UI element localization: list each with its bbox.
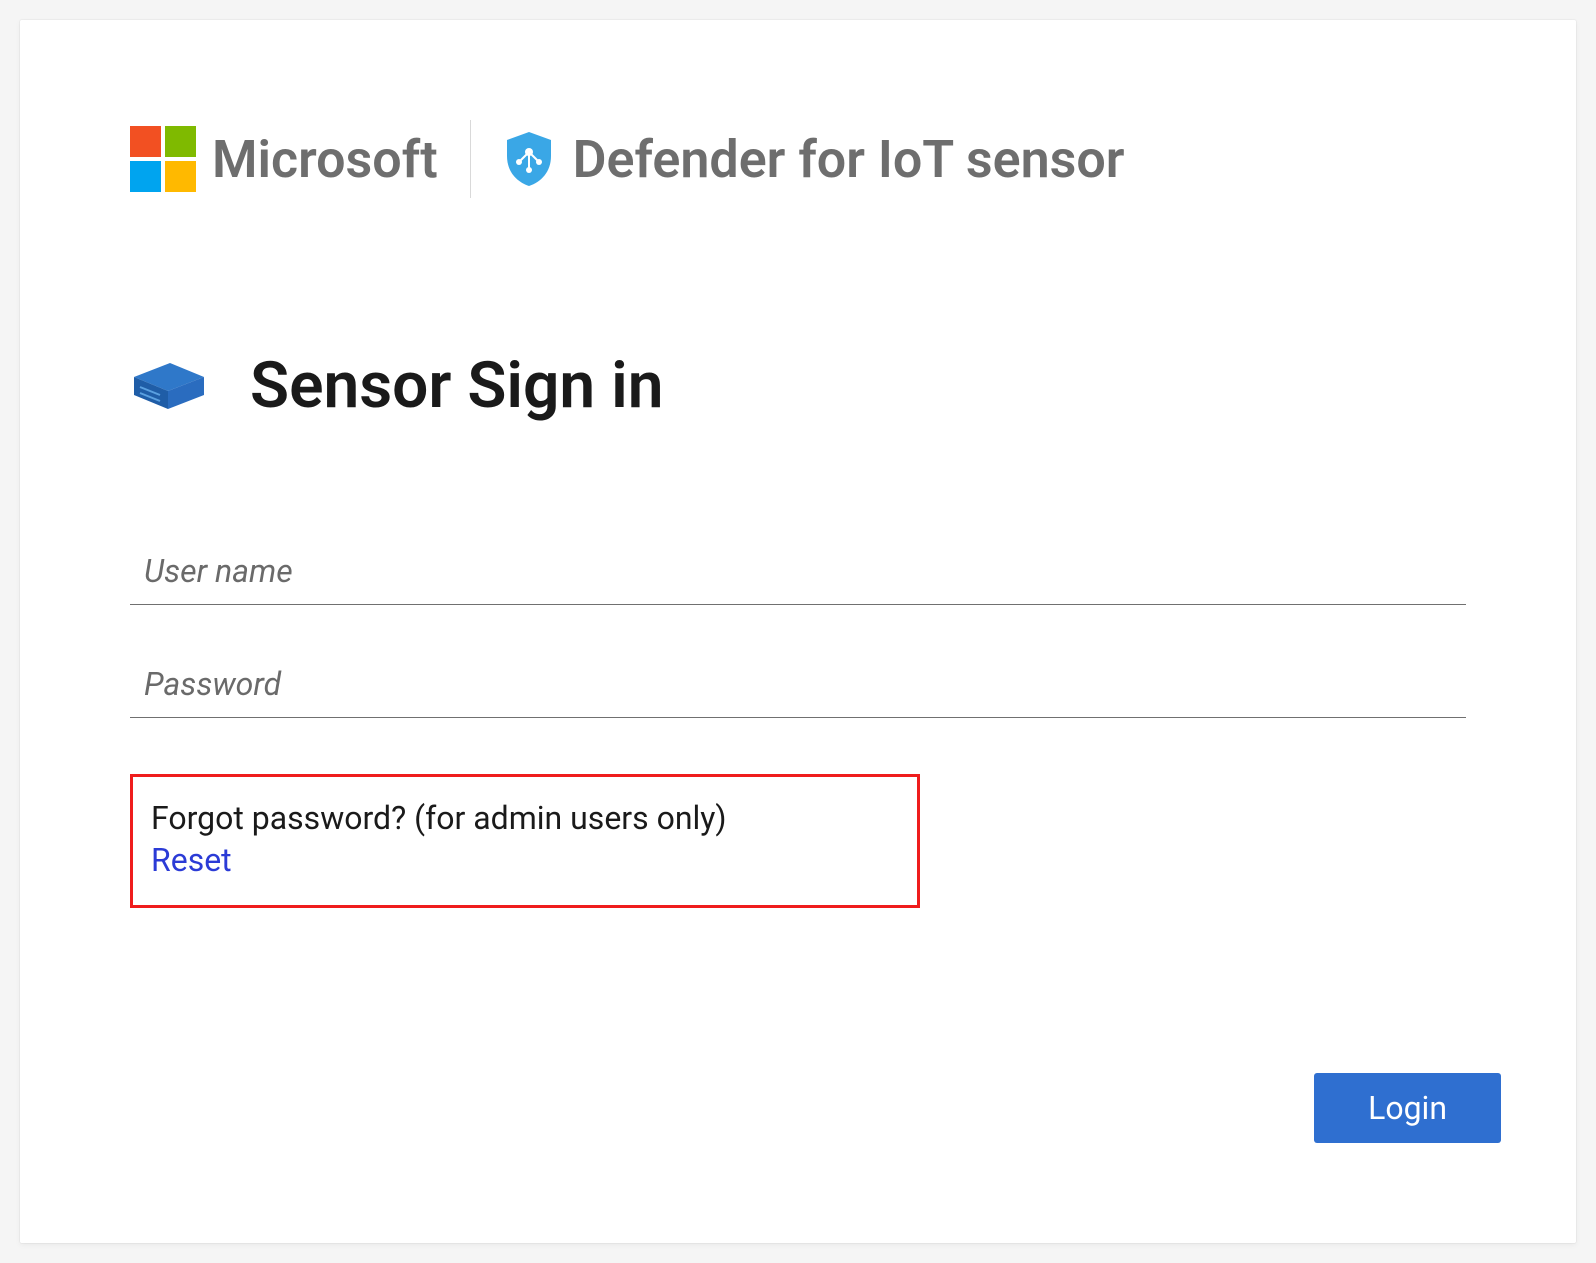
signin-form [130, 538, 1466, 718]
signin-card: Microsoft Defender for Io [20, 20, 1576, 1243]
microsoft-brand: Microsoft [130, 126, 438, 192]
page-title: Sensor Sign in [250, 348, 663, 423]
microsoft-logo-icon [130, 126, 196, 192]
product-name: Defender for IoT sensor [573, 129, 1125, 190]
page-background: Microsoft Defender for Io [0, 0, 1596, 1263]
shield-icon [503, 130, 555, 188]
header-divider [470, 120, 471, 198]
header: Microsoft Defender for Io [130, 120, 1466, 198]
page-title-row: Sensor Sign in [130, 348, 1466, 423]
forgot-password-text: Forgot password? (for admin users only) [151, 799, 893, 837]
username-input[interactable] [130, 538, 1466, 605]
password-input[interactable] [130, 651, 1466, 718]
reset-link[interactable]: Reset [151, 841, 232, 879]
forgot-password-highlight: Forgot password? (for admin users only) … [130, 774, 920, 908]
product-brand: Defender for IoT sensor [503, 129, 1125, 190]
microsoft-wordmark: Microsoft [212, 129, 438, 190]
login-button[interactable]: Login [1314, 1073, 1501, 1143]
actions-row: Login [1314, 1073, 1501, 1143]
sensor-device-icon [130, 357, 208, 415]
